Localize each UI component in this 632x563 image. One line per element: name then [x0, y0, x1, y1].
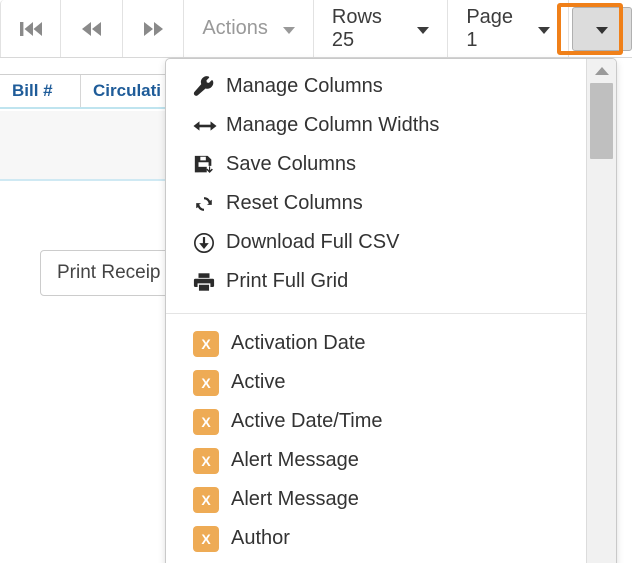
grid-options-dropdown-button[interactable]	[572, 6, 632, 51]
wrench-icon	[193, 75, 221, 98]
first-page-button[interactable]	[0, 0, 62, 57]
arrows-left-right-icon	[193, 117, 221, 135]
chevron-down-icon	[596, 27, 609, 34]
column-name-label: Alert Message	[231, 449, 359, 471]
column-name-label: Activation Date	[231, 332, 366, 354]
menu-item-label: Save Columns	[226, 153, 357, 175]
remove-column-badge[interactable]: X	[193, 486, 219, 513]
menu-item-label: Reset Columns	[226, 192, 363, 214]
menu-item-column-alert-message-1[interactable]: X Alert Message	[166, 441, 588, 480]
menu-item-download-full-csv[interactable]: Download Full CSV	[166, 223, 588, 262]
column-name-label: Author	[231, 527, 290, 549]
printer-icon	[193, 271, 221, 293]
save-icon	[193, 154, 221, 176]
grid-toolbar: Actions Rows 25 Page 1	[0, 0, 632, 58]
fast-backward-icon	[79, 19, 105, 39]
rows-label: Rows 25	[331, 5, 382, 51]
step-backward-icon	[18, 19, 44, 39]
page-label: Page 1	[466, 5, 514, 51]
rows-per-page-button[interactable]: Rows 25	[313, 0, 449, 57]
menu-divider	[166, 313, 588, 314]
chevron-down-icon	[282, 27, 295, 34]
menu-item-column-active-date-time[interactable]: X Active Date/Time	[166, 402, 588, 441]
remove-column-badge[interactable]: X	[193, 330, 219, 357]
previous-page-button[interactable]	[61, 0, 123, 57]
menu-item-label: Download Full CSV	[226, 231, 400, 253]
column-name-label: Active	[231, 371, 286, 393]
actions-label: Actions	[202, 17, 268, 39]
menu-item-label: Manage Columns	[226, 75, 383, 97]
column-name-label: Alert Message	[231, 488, 359, 510]
fast-forward-icon	[140, 19, 166, 39]
chevron-down-icon	[417, 27, 430, 34]
page-selector-button[interactable]: Page 1	[448, 0, 570, 57]
menu-item-column-alert-message-2[interactable]: X Alert Message	[166, 480, 588, 519]
menu-item-manage-columns[interactable]: Manage Columns	[166, 67, 588, 106]
menu-item-manage-column-widths[interactable]: Manage Column Widths	[166, 106, 588, 145]
remove-column-badge[interactable]: X	[193, 408, 219, 435]
grid-options-menu: Manage Columns Manage Column Widths Save…	[165, 58, 617, 563]
menu-item-reset-columns[interactable]: Reset Columns	[166, 184, 588, 223]
column-header-bill-number[interactable]: Bill #	[0, 75, 81, 107]
remove-column-badge[interactable]: X	[193, 447, 219, 474]
scroll-up-arrow-icon[interactable]	[587, 62, 616, 80]
remove-column-badge[interactable]: X	[193, 369, 219, 396]
menu-item-column-author[interactable]: X Author	[166, 519, 588, 558]
grid-options-menu-inner: Manage Columns Manage Column Widths Save…	[166, 59, 588, 563]
column-name-label: Active Date/Time	[231, 410, 383, 432]
refresh-icon	[193, 193, 221, 215]
next-page-button[interactable]	[122, 0, 185, 57]
print-receipt-label: Print Receip	[57, 262, 161, 283]
download-circle-icon	[193, 232, 221, 254]
remove-column-badge[interactable]: X	[193, 525, 219, 552]
menu-scrollbar[interactable]	[586, 59, 616, 563]
menu-item-print-full-grid[interactable]: Print Full Grid	[166, 262, 588, 301]
menu-item-save-columns[interactable]: Save Columns	[166, 145, 588, 184]
actions-menu-button[interactable]: Actions	[184, 0, 314, 57]
chevron-down-icon	[538, 27, 551, 34]
menu-item-column-active[interactable]: X Active	[166, 363, 588, 402]
menu-item-label: Print Full Grid	[226, 270, 349, 292]
screen: Bill # Circulati Print Receip Actions Ro…	[0, 0, 632, 563]
menu-item-label: Manage Column Widths	[226, 114, 440, 136]
menu-item-column-activation-date[interactable]: X Activation Date	[166, 324, 588, 363]
scrollbar-thumb[interactable]	[590, 83, 613, 159]
